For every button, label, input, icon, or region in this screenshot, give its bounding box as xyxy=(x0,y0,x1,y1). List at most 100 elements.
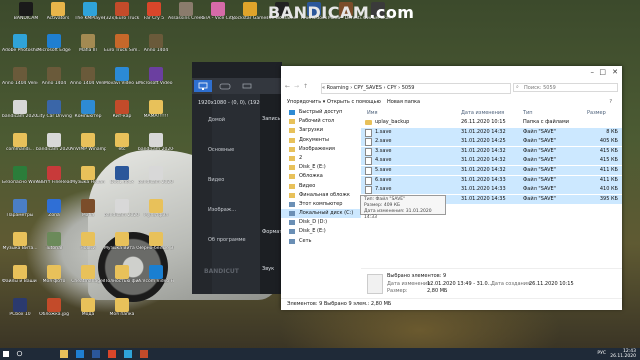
column-name[interactable]: Имя xyxy=(367,108,378,118)
search-input[interactable]: Поиск: 5059 xyxy=(513,83,618,92)
desktop-icon[interactable]: commandi... xyxy=(2,133,38,152)
nav-item[interactable]: Локальный диск (C:) xyxy=(281,209,361,219)
file-row[interactable]: 4.save 31.01.2020 14:32 Файл "SAVE" 415 КБ xyxy=(361,156,622,166)
desktop-icon[interactable]: Assassins Creed... xyxy=(168,2,204,21)
desktop-icon[interactable]: bandicam 2020-10-30 xyxy=(138,166,174,185)
nav-item[interactable]: Видео xyxy=(281,182,361,191)
desktop-icon[interactable]: Музыка Вита... xyxy=(2,232,38,251)
desktop-icon[interactable]: Microsoft Video Editor xyxy=(138,67,174,86)
edge-taskbar-icon[interactable] xyxy=(76,350,84,358)
language-indicator[interactable]: РУС xyxy=(597,351,606,356)
file-row[interactable]: 2.save 31.01.2020 14:25 Файл "SAVE" 405 КБ xyxy=(361,137,622,147)
desktop-icon[interactable]: Zona xyxy=(36,199,72,218)
minimize-icon[interactable]: – xyxy=(591,68,595,76)
desktop-icon[interactable]: Euro Truck Sim... xyxy=(104,34,140,53)
forward-arrow-icon[interactable]: → xyxy=(294,83,299,90)
desktop-icon[interactable]: bandicam 2020-10-30 xyxy=(36,133,72,152)
desktop-icon[interactable]: Музыка Новая xyxy=(70,166,106,185)
desktop-icon[interactable]: Anno 1404 Venice xyxy=(70,67,106,86)
explorer-titlebar[interactable]: – □ ✕ xyxy=(281,66,622,81)
desktop-icon[interactable]: Cheatmanager xyxy=(70,265,106,284)
file-row[interactable]: 7.save 31.01.2020 14:33 Файл "SAVE" 410 КБ xyxy=(361,185,622,195)
nav-item[interactable]: Финальная обложк xyxy=(281,191,361,200)
file-row[interactable]: 6.save 31.01.2020 14:33 Файл "SAVE" 411 КБ xyxy=(361,175,622,185)
bandicam-taskbar-icon[interactable] xyxy=(140,350,148,358)
desktop-icon[interactable]: GTA - Vice City xyxy=(200,2,236,21)
desktop-icon[interactable]: Мода xyxy=(70,298,106,317)
nav-item[interactable]: Сеть xyxy=(281,237,361,246)
desktop-icon[interactable]: etc xyxy=(104,133,140,152)
nav-item[interactable]: Рабочий стол xyxy=(281,117,361,126)
desktop-icon[interactable]: МАМА!!!!!! xyxy=(138,100,174,119)
nav-item[interactable]: 2 xyxy=(281,154,361,163)
nav-item[interactable]: Загрузки xyxy=(281,126,361,135)
column-size[interactable]: Размер xyxy=(587,108,606,118)
system-clock[interactable]: 12:43 26.11.2020 xyxy=(610,349,636,359)
desktop-icon[interactable]: BANDICAM xyxy=(8,2,44,21)
desktop-icon[interactable]: bandicam 2020-10-30 xyxy=(138,133,174,152)
open-with-button[interactable]: Открыть с помощью xyxy=(327,96,381,108)
desktop-icon[interactable]: Новый xyxy=(70,232,106,251)
desktop-icon[interactable]: The KMPlayer xyxy=(72,2,108,21)
nav-item[interactable]: Disk_E (E:) xyxy=(281,163,361,172)
desktop-icon[interactable]: Файлы и Ваши Портрет xyxy=(2,265,38,284)
desktop-icon[interactable]: Adobe Photoshop xyxy=(2,34,38,53)
desktop-icon[interactable]: Музыка Вита Сонтник 2017 xyxy=(104,232,140,251)
tab-game-record[interactable] xyxy=(216,80,234,92)
nav-item[interactable]: Обложка xyxy=(281,172,361,181)
nav-item[interactable]: Disk_E (E:) xyxy=(281,227,361,236)
desktop-icon[interactable]: Безопасно Windows xyxy=(2,166,38,185)
file-row[interactable]: 3.save 31.01.2020 14:32 Файл "SAVE" 415 КБ xyxy=(361,146,622,156)
breadcrumb-segment[interactable]: 5059 xyxy=(402,85,415,91)
new-folder-button[interactable]: Новая папка xyxy=(387,96,420,108)
breadcrumb-segment[interactable]: Roaming xyxy=(327,85,349,91)
desktop-icon[interactable]: Microsoft Edge xyxy=(36,34,72,53)
desktop-icon[interactable]: Черно-белые Элеметри xyxy=(138,232,174,251)
desktop-icon[interactable]: Мультфил xyxy=(138,199,174,218)
explorer-window[interactable]: – □ ✕ ← → ↑ « Roaming › CPY_SAVES › CPY … xyxy=(281,66,622,310)
bandicam-window[interactable]: 1920x1080 - (0, 0), (1920, 1080) Домой Ос… xyxy=(192,62,282,294)
bandicam-menu-item[interactable]: Основные xyxy=(192,140,260,160)
bandicam-menu-item[interactable]: Об программе xyxy=(192,230,260,250)
desktop-icon[interactable]: (32x)Euro Truck Sim... xyxy=(104,2,140,21)
desktop-icon[interactable]: Anno 1404 xyxy=(36,67,72,86)
desktop-icon[interactable]: Компьютер xyxy=(70,100,106,119)
up-arrow-icon[interactable]: ↑ xyxy=(303,83,308,90)
nav-item[interactable]: Быстрый доступ xyxy=(281,108,361,117)
word-taskbar-icon[interactable] xyxy=(92,350,100,358)
file-row[interactable]: 5.save 31.01.2020 14:32 Файл "SAVE" 411 КБ xyxy=(361,166,622,175)
desktop-icon[interactable]: Activators xyxy=(40,2,76,21)
address-path[interactable]: « Roaming › CPY_SAVES › CPY › 5059 xyxy=(321,83,511,94)
desktop-icon[interactable]: Полностью фильм-... xyxy=(104,265,140,284)
breadcrumb-segment[interactable]: CPY_SAVES xyxy=(354,85,382,91)
desktop-icon[interactable]: Tutorial xyxy=(36,232,72,251)
bandicam-titlebar[interactable] xyxy=(192,62,282,78)
desktop-icon[interactable]: Anno 1404 Venice Am... xyxy=(2,67,38,86)
nav-item[interactable]: Документы xyxy=(281,136,361,145)
nav-item[interactable]: Disk_D (D:) xyxy=(281,218,361,227)
desktop-icon[interactable]: A.Vcom Video Free xyxy=(138,265,174,284)
tab-device-record[interactable] xyxy=(238,80,256,92)
desktop-icon[interactable]: City Car Driving xyxy=(36,100,72,119)
file-row[interactable]: uplay_backup 26.11.2020 10:15 Папка с файл… xyxy=(361,118,622,127)
search-taskbar-icon[interactable] xyxy=(16,350,24,358)
bandicam-menu-item[interactable]: Изображ... xyxy=(192,200,260,220)
help-icon[interactable]: ? xyxy=(609,96,612,108)
desktop-icon[interactable]: Anno 1404 xyxy=(138,34,174,53)
desktop-icon[interactable]: bandicam 2020-10-30 xyxy=(104,199,140,218)
app-taskbar-icon[interactable] xyxy=(108,350,116,358)
explorer-taskbar-icon[interactable] xyxy=(60,350,68,358)
breadcrumb-segment[interactable]: CPY xyxy=(387,85,396,91)
desktop-icon[interactable]: bandicam 2020-10-30 xyxy=(2,100,38,119)
file-row[interactable]: 1.save 31.01.2020 14:32 Файл "SAVE" 8 КБ xyxy=(361,127,622,137)
tab-screen-record[interactable] xyxy=(194,80,212,92)
desktop-icon[interactable]: Mafia xyxy=(70,199,106,218)
organize-button[interactable]: Упорядочить ▾ xyxy=(287,96,325,108)
desktop-icon[interactable]: ABBYY FineReader xyxy=(36,166,72,185)
start-button-icon[interactable] xyxy=(3,351,9,357)
bandicam-menu-item[interactable]: Видео xyxy=(192,170,260,190)
maximize-icon[interactable]: □ xyxy=(599,68,606,76)
desktop-icon[interactable]: Моя папка xyxy=(104,298,140,317)
back-arrow-icon[interactable]: ← xyxy=(285,83,290,90)
desktop-icon[interactable]: Параметры xyxy=(2,199,38,218)
